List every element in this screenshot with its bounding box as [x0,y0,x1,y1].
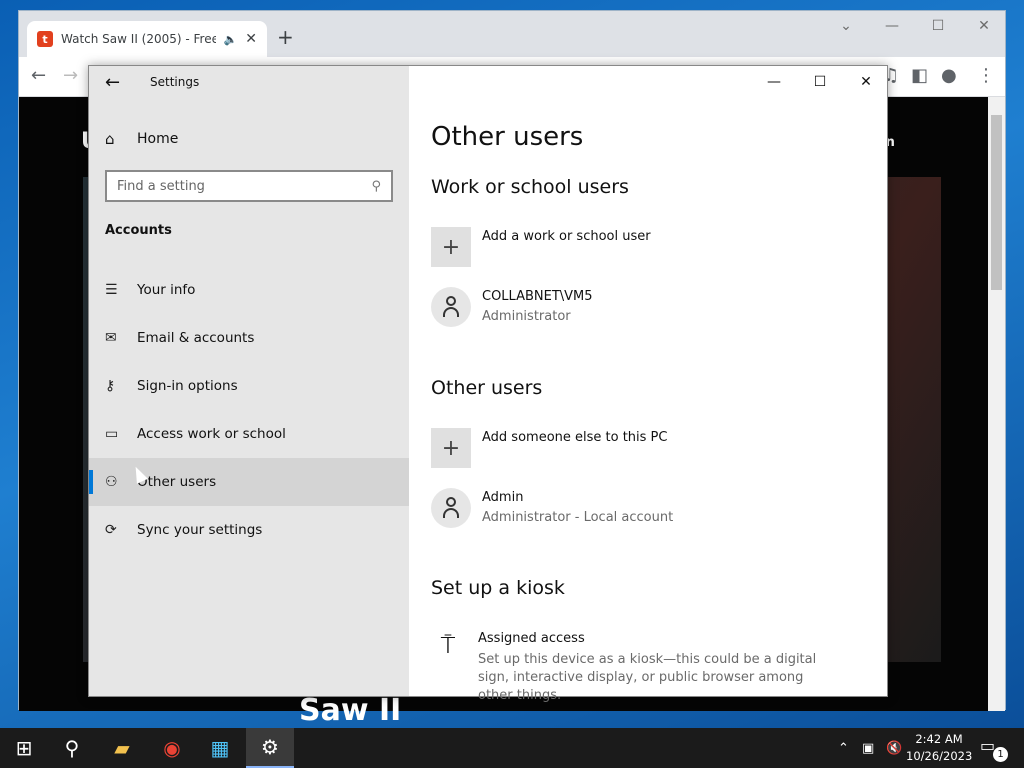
section-title: Accounts [105,223,172,238]
new-tab-button[interactable]: + [277,25,294,49]
user-name: COLLABNET\VM5 [482,289,593,304]
kiosk-icon: ⍑ [440,631,456,659]
settings-gear-icon[interactable]: ⚙ [246,728,294,768]
user-role: Administrator - Local account [482,510,674,525]
work-school-heading: Work or school users [431,176,629,198]
settings-window: ← Settings ⌂ Home Find a setting ⚲ Accou… [88,65,889,703]
add-work-school-label: Add a work or school user [482,229,651,244]
tab-search-icon[interactable]: ⌄ [823,11,869,41]
assigned-access-desc: Set up this device as a kiosk—this could… [478,652,817,703]
local-user-item[interactable]: Admin Administrator - Local account [431,488,673,528]
sidebar-item-label: Your info [137,282,196,298]
minimize-button[interactable]: — [751,68,797,96]
settings-sidebar: ← Settings ⌂ Home Find a setting ⚲ Accou… [89,66,409,696]
home-icon: ⌂ [105,130,115,148]
taskbar: ⊞ ⚲ ▰ ◉ ▦ ⚙ ⌃ ▣ 🔇 2:42 AM 10/26/2023 ▭ 1 [0,728,1024,768]
back-arrow-icon[interactable]: ← [105,72,120,93]
sidebar-item-label: Email & accounts [137,330,255,346]
assigned-access-item[interactable]: ⍑ Assigned access Set up this device as … [431,631,838,705]
browser-maximize-button[interactable]: ☐ [915,11,961,41]
search-placeholder: Find a setting [117,178,205,194]
search-input[interactable]: Find a setting ⚲ [105,170,393,202]
page-title: Other users [431,122,584,152]
assigned-access-label: Assigned access [478,631,585,646]
speaker-icon[interactable]: 🔈 [224,33,238,46]
add-work-school-user-button[interactable]: + Add a work or school user [431,227,651,267]
sync-icon: ⟳ [105,522,117,538]
briefcase-icon: ▭ [105,426,119,442]
chevron-up-icon[interactable]: ⌃ [838,728,849,768]
person-add-icon: ⚇ [105,474,118,490]
clock-date: 10/26/2023 [906,749,973,763]
other-users-heading: Other users [431,377,543,399]
side-panel-icon[interactable]: ◧ [911,65,928,86]
sidebar-item-email-accounts[interactable]: ✉ Email & accounts [89,314,409,362]
browser-back-icon[interactable]: ← [31,65,46,86]
site-favicon-icon: t [37,31,53,47]
tab-title: Watch Saw II (2005) - Free M [61,32,216,46]
close-button[interactable]: ✕ [843,68,889,96]
browser-tab[interactable]: t Watch Saw II (2005) - Free M 🔈 ✕ [27,21,267,57]
sidebar-item-sign-in-options[interactable]: ⚷ Sign-in options [89,362,409,410]
user-role: Administrator [482,309,571,324]
movie-title-text: Saw II [299,693,402,728]
plus-icon: + [431,428,471,468]
clock-time: 2:42 AM [915,732,963,746]
settings-content: — ☐ ✕ Other users Work or school users +… [409,66,889,703]
user-name: Admin [482,490,524,505]
plus-icon: + [431,227,471,267]
page-scrollbar[interactable] [988,97,1005,711]
menu-kebab-icon[interactable]: ⋮ [977,65,995,86]
mail-icon: ✉ [105,330,117,346]
sidebar-item-sync[interactable]: ⟳ Sync your settings [89,506,409,554]
maximize-button[interactable]: ☐ [797,68,843,96]
notification-badge: 1 [993,747,1008,762]
kiosk-heading: Set up a kiosk [431,577,565,599]
volume-muted-icon[interactable]: 🔇 [886,728,902,768]
home-nav-item[interactable]: ⌂ Home [105,130,178,148]
person-card-icon: ☰ [105,282,118,298]
add-someone-label: Add someone else to this PC [482,430,668,445]
sidebar-item-label: Other users [137,474,217,490]
browser-minimize-button[interactable]: — [869,11,915,41]
add-someone-else-button[interactable]: + Add someone else to this PC [431,428,667,468]
browser-tabstrip: t Watch Saw II (2005) - Free M 🔈 ✕ + ⌄ —… [19,11,1005,57]
profile-icon[interactable]: ● [941,65,957,86]
app-title: Settings [150,75,200,89]
sidebar-item-label: Sign-in options [137,378,238,394]
work-user-item[interactable]: COLLABNET\VM5 Administrator [431,287,593,327]
store-icon[interactable]: ▦ [196,728,244,768]
scrollbar-thumb[interactable] [991,115,1002,290]
avatar [431,287,471,327]
notification-icon[interactable]: ▭ 1 [980,736,1008,762]
sidebar-item-your-info[interactable]: ☰ Your info [89,266,409,314]
network-icon[interactable]: ▣ [862,728,874,768]
chrome-icon[interactable]: ◉ [148,728,196,768]
windows-start-icon[interactable]: ⊞ [0,728,48,768]
search-icon[interactable]: ⚲ [48,728,96,768]
key-icon: ⚷ [105,378,116,394]
sidebar-item-label: Access work or school [137,426,286,442]
file-explorer-icon[interactable]: ▰ [98,728,146,768]
system-clock[interactable]: 2:42 AM 10/26/2023 [906,731,972,765]
tab-close-icon[interactable]: ✕ [245,31,257,47]
home-label: Home [137,131,179,147]
sidebar-item-label: Sync your settings [137,522,263,538]
browser-forward-icon[interactable]: → [63,65,78,86]
browser-close-button[interactable]: ✕ [961,11,1007,41]
sidebar-item-access-work[interactable]: ▭ Access work or school [89,410,409,458]
avatar [431,488,471,528]
search-icon: ⚲ [371,178,381,194]
